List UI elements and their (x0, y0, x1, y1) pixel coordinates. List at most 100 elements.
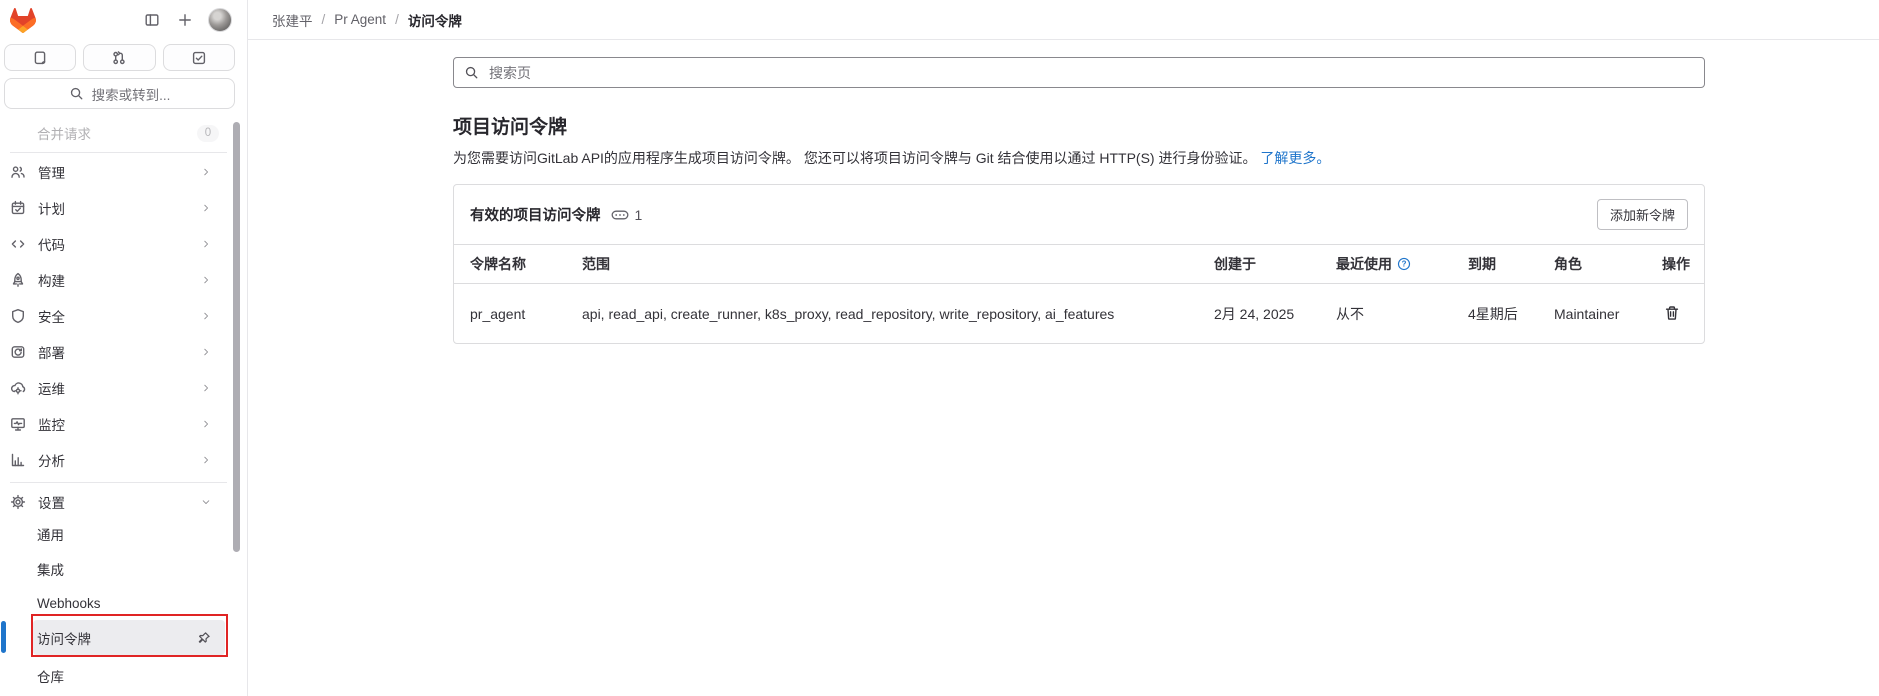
table-header-row: 令牌名称 范围 创建于 最近使用 ? 到期 角色 操作 (454, 245, 1704, 284)
page-search-box (453, 57, 1705, 88)
sidebar-item-repository[interactable]: 仓库 (8, 658, 223, 693)
sidebar-item-deploy[interactable]: 部署 (8, 336, 223, 368)
shield-icon (10, 308, 26, 324)
divider (10, 482, 227, 483)
monitor-icon (10, 416, 26, 432)
sidebar-item-secure[interactable]: 安全 (8, 300, 223, 332)
sidebar-item-label: 集成 (37, 559, 64, 579)
svg-text:?: ? (1402, 260, 1407, 269)
user-avatar[interactable] (208, 8, 232, 32)
pin-icon[interactable] (197, 631, 211, 645)
sidebar-item-operate[interactable]: 运维 (8, 372, 223, 404)
sidebar-item-merge-requests[interactable]: 合并请求 0 (8, 120, 223, 146)
sidebar-item-label: 合并请求 (37, 123, 91, 143)
chevron-right-icon (201, 275, 211, 285)
calendar-icon (10, 200, 26, 216)
chevron-right-icon (201, 455, 211, 465)
chevron-right-icon (201, 419, 211, 429)
breadcrumb-bar: 张建平 / Pr Agent / 访问令牌 (248, 0, 1879, 40)
token-expires: 4星期后 (1460, 284, 1546, 344)
merge-request-icon (111, 50, 127, 66)
sidebar-header (0, 0, 247, 40)
gear-icon (10, 494, 26, 510)
issues-shortcut-button[interactable] (4, 44, 76, 71)
active-tokens-card: 有效的项目访问令牌 1 添加新令牌 令牌名称 范围 创建于 最近使用 (453, 184, 1705, 344)
sidebar-item-integrations[interactable]: 集成 (8, 551, 223, 586)
todo-shortcut-button[interactable] (163, 44, 235, 71)
merge-requests-shortcut-button[interactable] (83, 44, 155, 71)
col-role: 角色 (1546, 245, 1654, 284)
merge-requests-count-badge: 0 (197, 125, 219, 142)
breadcrumb-project[interactable]: Pr Agent (334, 12, 386, 27)
sidebar-item-plan[interactable]: 计划 (8, 192, 223, 224)
tokens-table: 令牌名称 范围 创建于 最近使用 ? 到期 角色 操作 pr_a (454, 245, 1704, 343)
sidebar-item-code[interactable]: 代码 (8, 228, 223, 260)
col-created: 创建于 (1206, 245, 1328, 284)
token-icon (611, 207, 629, 223)
chevron-right-icon (201, 311, 211, 321)
gitlab-logo[interactable] (10, 8, 36, 33)
sidebar-item-label: Webhooks (37, 596, 101, 611)
help-icon[interactable]: ? (1397, 257, 1411, 271)
token-role: Maintainer (1546, 284, 1654, 344)
chevron-right-icon (201, 383, 211, 393)
token-last-used: 从不 (1328, 284, 1460, 344)
plus-icon (177, 12, 193, 28)
rocket-icon (10, 272, 26, 288)
sidebar-item-monitor[interactable]: 监控 (8, 408, 223, 440)
collapse-sidebar-icon (144, 12, 160, 28)
sidebar-item-label: 分析 (38, 450, 65, 470)
chevron-right-icon (201, 239, 211, 249)
learn-more-link[interactable]: 了解更多。 (1260, 150, 1330, 166)
sidebar-item-build[interactable]: 构建 (8, 264, 223, 296)
breadcrumb-separator: / (322, 12, 326, 27)
chevron-right-icon (201, 167, 211, 177)
divider (10, 152, 227, 153)
active-item-indicator (1, 621, 6, 653)
search-icon (69, 86, 84, 101)
chevron-right-icon (201, 347, 211, 357)
sidebar-item-analyze[interactable]: 分析 (8, 444, 223, 476)
breadcrumb-current: 访问令牌 (408, 10, 462, 30)
main-content: 项目访问令牌 为您需要访问GitLab API的应用程序生成项目访问令牌。 您还… (248, 40, 1879, 696)
sidebar-item-label: 构建 (38, 270, 65, 290)
token-name: pr_agent (454, 284, 574, 344)
sidebar-item-label: 部署 (38, 342, 65, 362)
create-new-button[interactable] (175, 10, 195, 30)
sidebar-search-label: 搜索或转到... (92, 84, 171, 104)
sidebar-item-label: 设置 (38, 492, 65, 512)
token-count-value: 1 (635, 207, 643, 223)
sidebar-item-webhooks[interactable]: Webhooks (8, 586, 223, 621)
col-token-name: 令牌名称 (454, 245, 574, 284)
col-last-used: 最近使用 ? (1328, 245, 1460, 284)
sidebar-item-label: 安全 (38, 306, 65, 326)
sidebar-item-manage[interactable]: 管理 (8, 156, 223, 188)
add-token-button[interactable]: 添加新令牌 (1597, 199, 1688, 230)
chart-icon (10, 452, 26, 468)
sidebar-item-access-tokens[interactable]: 访问令牌 (8, 620, 223, 655)
sidebar: 搜索或转到... 合并请求 0 管理 计划 代码 构建 (0, 0, 248, 696)
sidebar-item-general[interactable]: 通用 (8, 516, 223, 551)
page-title: 项目访问令牌 (453, 112, 1705, 139)
issues-icon (32, 50, 48, 66)
sidebar-item-settings[interactable]: 设置 (8, 486, 223, 518)
revoke-token-button[interactable] (1662, 303, 1682, 323)
chevron-right-icon (201, 203, 211, 213)
todo-check-icon (191, 50, 207, 66)
collapse-sidebar-button[interactable] (142, 10, 162, 30)
sidebar-scrollbar[interactable] (233, 122, 240, 552)
token-created: 2月 24, 2025 (1206, 284, 1328, 344)
table-row: pr_agent api, read_api, create_runner, k… (454, 284, 1704, 344)
card-header: 有效的项目访问令牌 1 添加新令牌 (454, 185, 1704, 245)
sidebar-item-label: 计划 (38, 198, 65, 218)
breadcrumb-user[interactable]: 张建平 (272, 10, 313, 30)
breadcrumb-separator: / (395, 12, 399, 27)
sidebar-item-label: 通用 (37, 524, 64, 544)
sidebar-search-button[interactable]: 搜索或转到... (4, 78, 235, 109)
page-description: 为您需要访问GitLab API的应用程序生成项目访问令牌。 您还可以将项目访问… (453, 149, 1705, 168)
sidebar-item-label: 运维 (38, 378, 65, 398)
token-count: 1 (611, 207, 643, 223)
page-search-input[interactable] (487, 64, 1694, 82)
token-scopes: api, read_api, create_runner, k8s_proxy,… (574, 284, 1206, 344)
sidebar-item-label: 管理 (38, 162, 65, 182)
